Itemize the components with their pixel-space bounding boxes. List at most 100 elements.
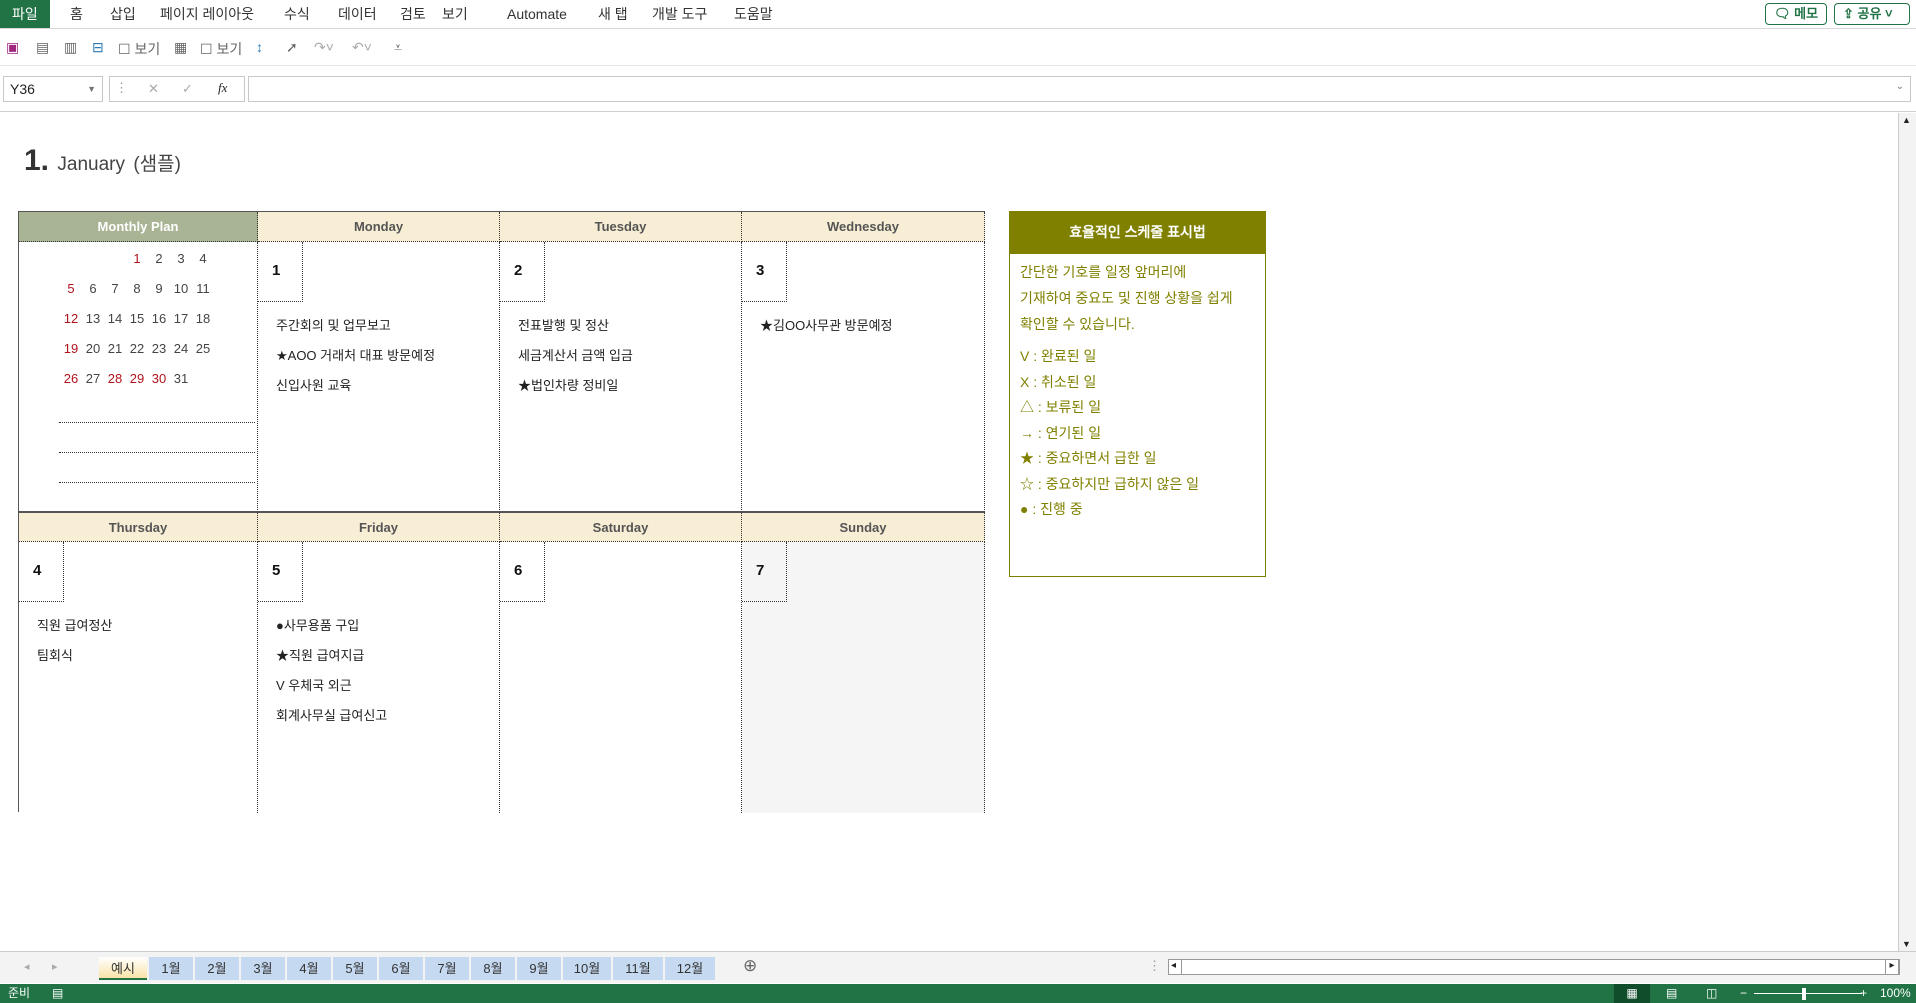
event-item[interactable]: 주간회의 및 업무보고 [276,315,391,334]
page-layout-view-icon[interactable]: ▤ [1666,984,1677,1003]
name-box[interactable]: Y36 ▼ [3,76,103,102]
sheet-tab[interactable]: 3월 [241,957,285,980]
mini-calendar-day[interactable]: 28 [104,371,126,386]
sheet-tab[interactable]: 9월 [517,957,561,980]
customize-qat-icon[interactable]: ⩡ [394,39,402,56]
mini-calendar-day[interactable]: 25 [192,341,214,356]
formula-input[interactable]: ⌄ [248,76,1911,102]
sheet-tab[interactable]: 예시 [99,957,147,980]
event-item[interactable]: V 우체국 외근 [276,675,352,694]
redo-icon[interactable]: ↷˅ [314,39,334,56]
sheet-tab[interactable]: 7월 [425,957,469,980]
mini-calendar-day[interactable]: 9 [148,281,170,296]
event-item[interactable]: 전표발행 및 정산 [518,315,609,334]
mini-calendar-day[interactable]: 15 [126,311,148,326]
mini-calendar-day[interactable]: 2 [148,251,170,266]
scroll-thumb[interactable] [1181,960,1182,974]
mini-calendar-day[interactable]: 31 [170,371,192,386]
save-icon[interactable]: ▣ [6,39,19,56]
day-cell[interactable]: 1 주간회의 및 업무보고 ★AOO 거래처 대표 방문예정 신입사원 교육 [258,242,500,512]
mini-calendar-day[interactable]: 8 [126,281,148,296]
sheet-tab[interactable]: 11월 [613,957,663,980]
mini-calendar-day[interactable]: 6 [82,281,104,296]
mini-calendar-day[interactable]: 30 [148,371,170,386]
mini-calendar-day[interactable]: 24 [170,341,192,356]
share-button[interactable]: ⇪ 공유 ˅ [1834,3,1910,25]
mini-calendar-day[interactable]: 14 [104,311,126,326]
day-cell[interactable]: 5 ●사무용품 구입 ★직원 급여지급 V 우체국 외근 회계사무실 급여신고 [258,542,500,813]
mini-calendar-day[interactable]: 27 [82,371,104,386]
day-cell[interactable]: 6 [500,542,742,813]
mini-calendar-day[interactable]: 29 [126,371,148,386]
view-checkbox-2[interactable]: ☐ 보기 [200,39,242,59]
mini-calendar-day[interactable]: 3 [170,251,192,266]
mini-calendar-day[interactable]: 17 [170,311,192,326]
horizontal-scrollbar[interactable]: ◂ [1168,959,1900,975]
mini-calendar-day[interactable]: 16 [148,311,170,326]
undo-icon[interactable]: ↶˅ [352,39,372,56]
row-height-icon[interactable]: ↕ [256,39,263,55]
page-break-view-icon[interactable]: ◫ [1706,984,1717,1003]
zoom-out-icon[interactable]: − [1740,984,1747,1003]
sheet-tab[interactable]: 8월 [471,957,515,980]
menu-tab-7[interactable]: 보기 [430,0,480,28]
sheet-tab[interactable]: 4월 [287,957,331,980]
next-sheet-icon[interactable]: ▸ [52,960,58,973]
mini-calendar-day[interactable]: 26 [60,371,82,386]
fit-width-icon[interactable]: ⊟ [92,39,104,56]
menu-tab-2[interactable]: 삽입 [98,0,148,28]
event-item[interactable]: 직원 급여정산 [37,615,112,634]
mini-calendar-day[interactable]: 5 [60,281,82,296]
day-cell[interactable]: 4 직원 급여정산 팀회식 [19,542,258,813]
mini-calendar-day[interactable]: 12 [60,311,82,326]
mini-calendar-day[interactable]: 23 [148,341,170,356]
sheet-tab[interactable]: 12월 [665,957,715,980]
add-sheet-icon[interactable]: ⊕ [743,956,757,976]
event-item[interactable]: ★AOO 거래처 대표 방문예정 [276,345,435,364]
paste-values-icon[interactable]: ▤ [36,39,49,56]
mini-calendar-day[interactable]: 19 [60,341,82,356]
chevron-down-icon[interactable]: ▼ [87,77,96,101]
mini-calendar-day[interactable]: 18 [192,311,214,326]
menu-tab-11[interactable]: 도움말 [722,0,785,28]
zoom-level[interactable]: 100% [1880,984,1911,1003]
memo-button[interactable]: 🗨 메모 [1765,3,1828,25]
mini-calendar-day[interactable]: 10 [170,281,192,296]
normal-view-icon[interactable]: ▦ [1614,984,1650,1003]
menu-tab-9[interactable]: 새 탭 [586,0,640,28]
paste-formula-icon[interactable]: ▥ [64,39,77,56]
mini-calendar-day[interactable]: 1 [126,251,148,266]
sheet-tab[interactable]: 2월 [195,957,239,980]
zoom-slider[interactable] [1754,993,1862,994]
freeze-panes-icon[interactable]: ▦ [174,39,187,56]
vertical-scrollbar[interactable]: ▲ ▼ [1898,113,1916,951]
event-item[interactable]: 세금계산서 금액 입금 [518,345,633,364]
day-cell[interactable]: 2 전표발행 및 정산 세금계산서 금액 입금 ★법인차량 정비일 [500,242,742,512]
view-checkbox-1[interactable]: ☐ 보기 [118,39,160,59]
mini-calendar-day[interactable]: 22 [126,341,148,356]
select-pointer-icon[interactable]: ➚ [286,39,298,56]
mini-calendar-day[interactable]: 13 [82,311,104,326]
sheet-tab[interactable]: 1월 [149,957,193,980]
menu-tab-5[interactable]: 데이터 [326,0,389,28]
menu-tab-3[interactable]: 페이지 레이아웃 [148,0,266,28]
mini-calendar-day[interactable]: 20 [82,341,104,356]
mini-calendar-day[interactable]: 11 [192,281,214,296]
prev-sheet-icon[interactable]: ◂ [24,960,30,973]
mini-calendar-day[interactable]: 21 [104,341,126,356]
event-item[interactable]: ★법인차량 정비일 [518,375,618,394]
event-item[interactable]: ●사무용품 구입 [276,615,359,634]
event-item[interactable]: ★김OO사무관 방문예정 [760,315,893,334]
event-item[interactable]: 회계사무실 급여신고 [276,705,387,724]
event-item[interactable]: 팀회식 [37,645,73,664]
day-cell[interactable]: 7 [742,542,985,813]
menu-tab-0[interactable]: 파일 [0,0,50,28]
menu-tab-1[interactable]: 홈 [58,0,95,28]
tab-splitter-icon[interactable]: ⋮ [1148,958,1161,974]
event-item[interactable]: 신입사원 교육 [276,375,351,394]
menu-tab-10[interactable]: 개발 도구 [640,0,719,28]
insert-function-icon[interactable]: fx [218,80,227,96]
scroll-down-icon[interactable]: ▼ [1902,939,1911,949]
sheet-tab[interactable]: 10월 [563,957,611,980]
cancel-icon[interactable]: ✕ [148,81,159,97]
